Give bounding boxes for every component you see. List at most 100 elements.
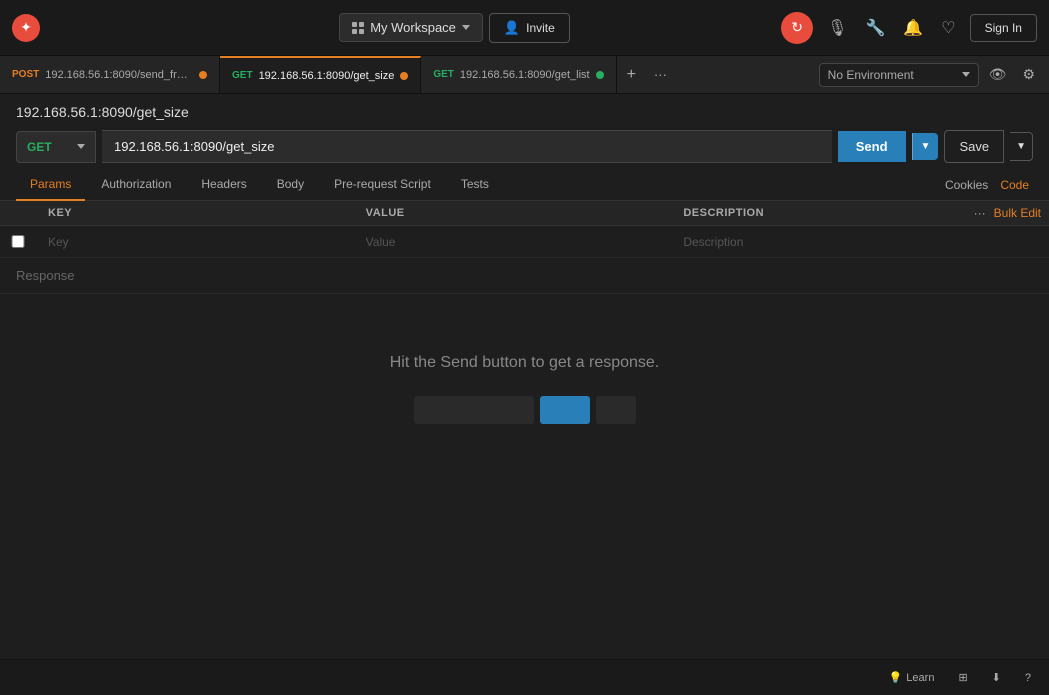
response-placeholder: Hit the Send button to get a response. bbox=[0, 294, 1049, 464]
col-value-header: VALUE bbox=[354, 201, 672, 225]
tab-url-label: 192.168.56.1:8090/get_list bbox=[460, 69, 590, 81]
bottom-bar: 💡 Learn ⊞ ⬇ ? bbox=[0, 659, 1049, 695]
help-icon: ? bbox=[1025, 672, 1031, 684]
workspace-label: My Workspace bbox=[370, 20, 456, 35]
more-tabs-button[interactable]: ··· bbox=[646, 56, 675, 93]
env-selector-area: No Environment 👁 ⚙ bbox=[811, 56, 1049, 93]
graphic-bar-3 bbox=[596, 396, 636, 424]
person-plus-icon: 👤 bbox=[504, 20, 520, 36]
grid-icon bbox=[352, 22, 364, 34]
env-chevron-icon bbox=[962, 72, 970, 77]
save-chevron-icon: ▼ bbox=[1016, 141, 1026, 152]
tab-get-get-list[interactable]: GET 192.168.56.1:8090/get_list bbox=[421, 56, 616, 93]
desc-input[interactable] bbox=[671, 229, 989, 255]
params-table-header: KEY VALUE DESCRIPTION ··· Bulk Edit bbox=[0, 201, 1049, 226]
env-gear-button[interactable]: ⚙ bbox=[1016, 62, 1041, 87]
response-label-area: Response bbox=[0, 258, 1049, 294]
help-button[interactable]: ? bbox=[1019, 668, 1037, 688]
tab-headers[interactable]: Headers bbox=[187, 169, 260, 201]
app-logo: ✦ bbox=[12, 14, 40, 42]
top-bar-center: My Workspace 👤 Invite bbox=[339, 13, 570, 43]
tab-dot bbox=[400, 72, 408, 80]
req-tabs-right: Cookies Code bbox=[941, 170, 1033, 200]
params-row bbox=[0, 226, 1049, 258]
row-desc-cell bbox=[671, 229, 989, 255]
eye-icon: 👁 bbox=[989, 66, 1007, 82]
col-desc-header: DESCRIPTION bbox=[671, 201, 989, 225]
mic-button[interactable]: 🎙 bbox=[823, 14, 851, 42]
send-button[interactable]: Send bbox=[838, 131, 906, 162]
save-dropdown-button[interactable]: ▼ bbox=[1010, 132, 1033, 161]
tabs-env-bar: POST 192.168.56.1:8090/send_from_... GET… bbox=[0, 56, 1049, 94]
tab-method-label: GET bbox=[433, 69, 454, 80]
learn-button[interactable]: 💡 Learn bbox=[883, 667, 941, 688]
row-checkbox[interactable] bbox=[0, 235, 36, 248]
top-bar-left: ✦ bbox=[12, 14, 132, 42]
heart-button[interactable]: ♡ bbox=[937, 14, 959, 42]
download-button[interactable]: ⬇ bbox=[986, 667, 1007, 688]
tab-authorization[interactable]: Authorization bbox=[87, 169, 185, 201]
sync-button[interactable]: ↻ bbox=[781, 12, 813, 44]
add-tab-button[interactable]: + bbox=[617, 56, 646, 93]
code-button[interactable]: Code bbox=[996, 170, 1033, 200]
bulk-edit-button[interactable]: Bulk Edit bbox=[994, 206, 1041, 220]
response-label: Response bbox=[16, 268, 75, 283]
chevron-down-icon bbox=[462, 25, 470, 30]
tab-tests[interactable]: Tests bbox=[447, 169, 503, 201]
tab-url-label: 192.168.56.1:8090/get_size bbox=[259, 70, 395, 82]
invite-button[interactable]: 👤 Invite bbox=[489, 13, 570, 43]
graphic-bar-1 bbox=[414, 396, 534, 424]
tabs-container: POST 192.168.56.1:8090/send_from_... GET… bbox=[0, 56, 811, 93]
graphic-bar-2 bbox=[540, 396, 590, 424]
layout-button[interactable]: ⊞ bbox=[952, 667, 973, 688]
row-key-cell bbox=[36, 229, 354, 255]
tab-pre-request-script[interactable]: Pre-request Script bbox=[320, 169, 445, 201]
sync-icon: ↻ bbox=[791, 19, 803, 36]
main-content: 192.168.56.1:8090/get_size GET Send ▼ Sa… bbox=[0, 94, 1049, 464]
workspace-button[interactable]: My Workspace bbox=[339, 13, 483, 42]
row-checkbox-cell bbox=[0, 235, 36, 248]
gear-icon: ⚙ bbox=[1022, 66, 1035, 82]
request-title: 192.168.56.1:8090/get_size bbox=[0, 94, 1049, 124]
bell-button[interactable]: 🔔 bbox=[899, 14, 927, 42]
download-icon: ⬇ bbox=[992, 671, 1001, 684]
tab-get-get-size[interactable]: GET 192.168.56.1:8090/get_size bbox=[220, 56, 421, 93]
tab-dot bbox=[596, 71, 604, 79]
wrench-button[interactable]: 🔧 bbox=[861, 14, 889, 42]
tab-method-label: GET bbox=[232, 70, 253, 81]
col-actions-header: ··· Bulk Edit bbox=[989, 206, 1049, 220]
send-chevron-icon: ▼ bbox=[921, 141, 931, 152]
method-select[interactable]: GET bbox=[16, 131, 96, 163]
tab-post-send-from[interactable]: POST 192.168.56.1:8090/send_from_... bbox=[0, 56, 220, 93]
row-value-cell bbox=[354, 229, 672, 255]
tab-params[interactable]: Params bbox=[16, 169, 85, 201]
tab-url-label: 192.168.56.1:8090/send_from_... bbox=[45, 69, 193, 81]
request-tabs: Params Authorization Headers Body Pre-re… bbox=[0, 169, 1049, 201]
top-bar-right: ↻ 🎙 🔧 🔔 ♡ Sign In bbox=[777, 12, 1037, 44]
env-dropdown[interactable]: No Environment bbox=[819, 63, 979, 87]
url-input[interactable] bbox=[102, 130, 832, 163]
response-placeholder-text: Hit the Send button to get a response. bbox=[390, 354, 660, 372]
key-input[interactable] bbox=[36, 229, 354, 255]
save-button[interactable]: Save bbox=[944, 130, 1004, 163]
bell-icon: 🔔 bbox=[903, 18, 923, 38]
cookies-button[interactable]: Cookies bbox=[941, 170, 992, 200]
layout-icon: ⊞ bbox=[958, 671, 967, 684]
tab-method-label: POST bbox=[12, 69, 39, 80]
lightbulb-icon: 💡 bbox=[889, 671, 903, 684]
more-options-icon: ··· bbox=[974, 206, 986, 220]
response-graphic bbox=[414, 396, 636, 424]
heart-icon: ♡ bbox=[941, 18, 955, 38]
wrench-icon: 🔧 bbox=[865, 18, 885, 38]
env-eye-button[interactable]: 👁 bbox=[983, 62, 1013, 87]
value-input[interactable] bbox=[354, 229, 672, 255]
send-dropdown-button[interactable]: ▼ bbox=[912, 133, 939, 160]
tab-dot bbox=[199, 71, 207, 79]
col-key-header: KEY bbox=[36, 201, 354, 225]
tab-body[interactable]: Body bbox=[263, 169, 318, 201]
url-bar: GET Send ▼ Save ▼ bbox=[0, 124, 1049, 169]
sign-in-button[interactable]: Sign In bbox=[970, 14, 1037, 42]
mic-icon: 🎙 bbox=[827, 18, 847, 38]
top-bar: ✦ My Workspace 👤 Invite ↻ 🎙 🔧 🔔 ♡ bbox=[0, 0, 1049, 56]
method-chevron-icon bbox=[77, 144, 85, 149]
